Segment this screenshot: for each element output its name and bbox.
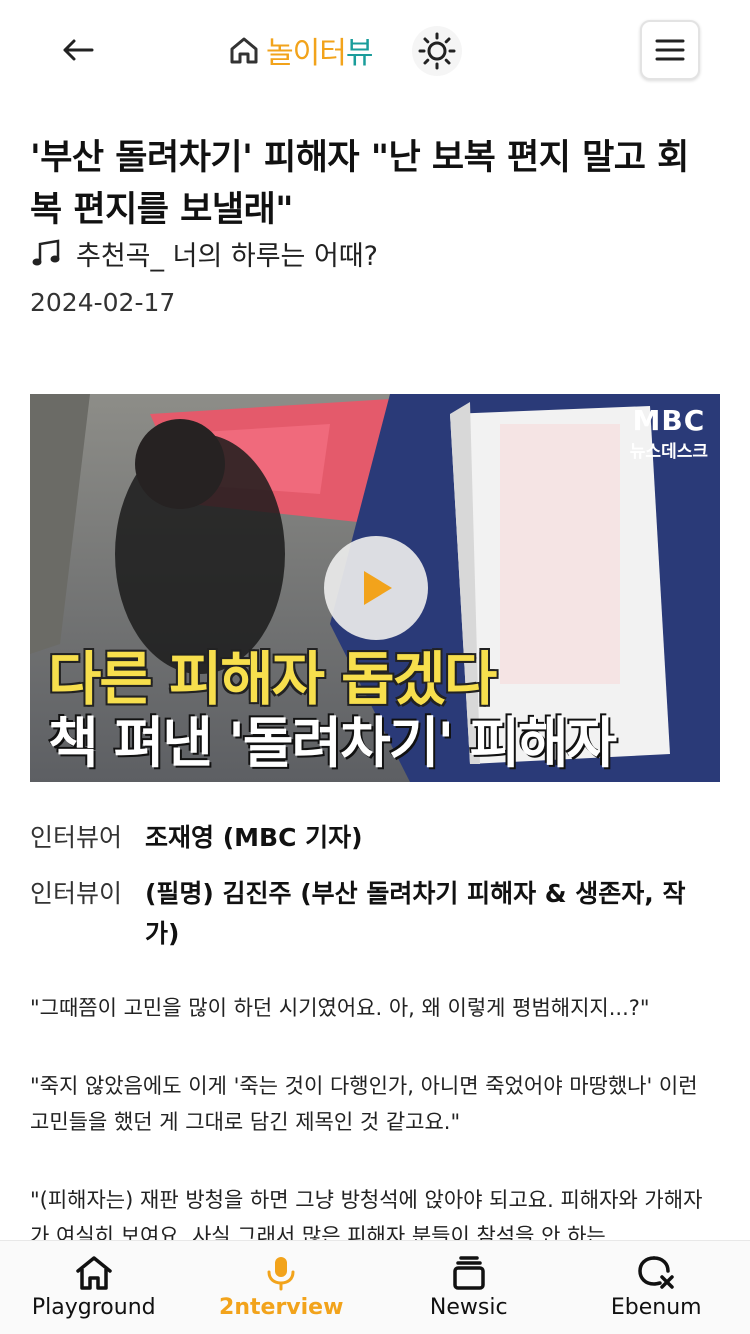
nav-item-ebenum[interactable]: Ebenum [563,1241,750,1334]
arrow-left-icon [63,39,94,61]
recommended-song-label: 추천곡_ 너의 하루는 어때? [76,241,378,272]
nav-label: Newsic [429,1295,508,1320]
recommended-song[interactable]: 추천곡_ 너의 하루는 어때? [30,234,378,273]
back-button[interactable] [58,30,98,70]
nav-label: Playground [31,1295,156,1320]
channel-logo-bottom: 뉴스데스크 [629,442,708,462]
interviewer-value: 조재영 (MBC 기자) [145,823,363,852]
house-logo-icon [230,37,258,64]
video-headline-2: 책 펴낸 '돌려차기' 피해자 [48,711,617,775]
top-header: 놀이터뷰 [0,0,750,100]
interviewer-row: 인터뷰어 조재영 (MBC 기자) [30,818,705,858]
play-button[interactable] [324,536,428,640]
play-icon [364,571,392,605]
quote-paragraph: "그때쯤이 고민을 많이 하던 시기였어요. 아, 왜 이렇게 평범해지지...… [30,996,650,1020]
bottom-navigation: Playground 2nterview Newsic Ebenum [0,1240,750,1334]
channel-logo-top: MBC [632,404,706,437]
logo-text-main: 놀이터 [266,36,347,71]
logo-text-accent: 뷰 [345,36,374,71]
interviewee-label: 인터뷰이 [30,879,123,908]
article-title: '부산 돌려차기' 피해자 "난 보복 편지 말고 회복 편지를 보낼래" [30,138,689,230]
nav-label: Ebenum [610,1295,702,1320]
hamburger-menu-icon [655,39,685,61]
nav-item-newsic[interactable]: Newsic [375,1241,563,1334]
nav-item-playground[interactable]: Playground [0,1241,188,1334]
nav-item-2nterview[interactable]: 2nterview [188,1241,376,1334]
interviewer-label: 인터뷰어 [30,823,123,852]
quote-paragraph: "죽지 않았음에도 이게 '죽는 것이 다행인가, 아니면 죽었어야 마땅했나'… [30,1074,698,1134]
theme-toggle-button[interactable] [412,26,462,76]
sun-icon [418,32,456,70]
channel-logo: MBC 뉴스데스크 [630,404,708,462]
nav-label: 2nterview [219,1295,344,1320]
microphone-icon [267,1257,295,1291]
interviewee-row: 인터뷰이 (필명) 김진주 (부산 돌려차기 피해자 & 생존자, 작가) [30,874,705,954]
interviewee-value: (필명) 김진주 (부산 돌려차기 피해자 & 생존자, 작가) [145,879,686,948]
home-icon [76,1256,112,1290]
music-note-icon [32,239,60,265]
app-logo[interactable]: 놀이터뷰 [228,30,374,71]
video-player[interactable]: MBC 뉴스데스크 다른 피해자 돕겠다 책 펴낸 '돌려차기' 피해자 [30,394,720,782]
chat-close-icon [638,1256,674,1289]
stack-icon [453,1256,485,1290]
article-date: 2024-02-17 [30,288,176,317]
menu-button[interactable] [640,20,700,80]
